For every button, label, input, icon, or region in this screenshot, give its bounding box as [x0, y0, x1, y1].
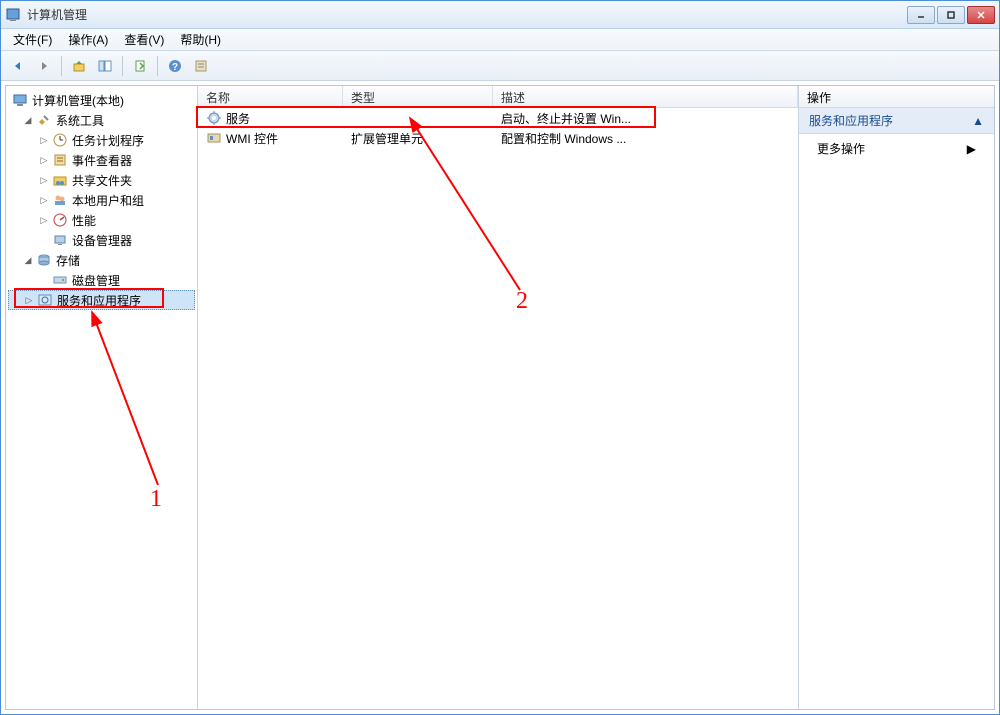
actions-panel: 操作 服务和应用程序 ▲ 更多操作 ▶	[799, 86, 994, 709]
device-icon	[52, 232, 68, 248]
services-icon	[37, 292, 53, 308]
performance-icon	[52, 212, 68, 228]
toolbar-separator	[61, 56, 62, 76]
list-panel: 名称 类型 描述 服务 启动、终止并设置 Win... WMI 控件	[198, 86, 799, 709]
actions-header: 操作	[799, 86, 994, 108]
tree-disk-management[interactable]: 磁盘管理	[8, 270, 195, 290]
tree-root[interactable]: 计算机管理(本地)	[8, 90, 195, 110]
tree-label: 服务和应用程序	[55, 292, 143, 309]
list-header: 名称 类型 描述	[198, 86, 798, 108]
maximize-button[interactable]	[937, 6, 965, 24]
collapse-arrow-icon: ▲	[972, 114, 984, 128]
forward-button[interactable]	[33, 55, 55, 77]
actions-section[interactable]: 服务和应用程序 ▲	[799, 108, 994, 134]
tree-label: 存储	[54, 252, 82, 269]
tree-storage[interactable]: ◢ 存储	[8, 250, 195, 270]
menu-view[interactable]: 查看(V)	[116, 29, 172, 50]
tree-panel[interactable]: 计算机管理(本地) ◢ 系统工具 ▷ 任务计划程序 ▷ 事件查看器 ▷ 共享文件…	[6, 86, 198, 709]
menubar: 文件(F) 操作(A) 查看(V) 帮助(H)	[1, 29, 999, 51]
content-area: 计算机管理(本地) ◢ 系统工具 ▷ 任务计划程序 ▷ 事件查看器 ▷ 共享文件…	[5, 85, 995, 710]
list-body[interactable]: 服务 启动、终止并设置 Win... WMI 控件 扩展管理单元 配置和控制 W…	[198, 108, 798, 709]
tree-local-users[interactable]: ▷ 本地用户和组	[8, 190, 195, 210]
properties-button[interactable]	[190, 55, 212, 77]
users-icon	[52, 192, 68, 208]
menu-help[interactable]: 帮助(H)	[172, 29, 229, 50]
cell-name: WMI 控件	[226, 130, 278, 147]
expand-icon[interactable]: ▷	[38, 215, 50, 226]
show-hide-tree-button[interactable]	[94, 55, 116, 77]
tree-performance[interactable]: ▷ 性能	[8, 210, 195, 230]
tree-task-scheduler[interactable]: ▷ 任务计划程序	[8, 130, 195, 150]
shared-folder-icon	[52, 172, 68, 188]
back-button[interactable]	[7, 55, 29, 77]
actions-more-label: 更多操作	[817, 140, 865, 157]
tree-device-manager[interactable]: 设备管理器	[8, 230, 195, 250]
storage-icon	[36, 252, 52, 268]
export-button[interactable]	[129, 55, 151, 77]
gear-icon	[206, 110, 222, 126]
tree-label: 磁盘管理	[70, 272, 122, 289]
tree-label: 任务计划程序	[70, 132, 146, 149]
tree-label: 性能	[70, 212, 98, 229]
clock-icon	[52, 132, 68, 148]
expand-icon[interactable]: ▷	[38, 155, 50, 166]
up-button[interactable]	[68, 55, 90, 77]
toolbar-separator	[157, 56, 158, 76]
tree-label: 设备管理器	[70, 232, 134, 249]
toolbar-separator	[122, 56, 123, 76]
toolbar: ?	[1, 51, 999, 81]
app-icon	[5, 7, 21, 23]
tree-label: 本地用户和组	[70, 192, 146, 209]
list-row-wmi[interactable]: WMI 控件 扩展管理单元 配置和控制 Windows ...	[198, 128, 798, 148]
minimize-button[interactable]	[907, 6, 935, 24]
close-button[interactable]	[967, 6, 995, 24]
disk-icon	[52, 272, 68, 288]
cell-description: 配置和控制 Windows ...	[501, 130, 626, 147]
column-name[interactable]: 名称	[198, 86, 343, 107]
list-row-services[interactable]: 服务 启动、终止并设置 Win...	[198, 108, 798, 128]
help-button[interactable]: ?	[164, 55, 186, 77]
expand-icon[interactable]: ▷	[38, 135, 50, 146]
app-window: 计算机管理 文件(F) 操作(A) 查看(V) 帮助(H) ? 计算机管理(本	[0, 0, 1000, 715]
wmi-icon	[206, 130, 222, 146]
computer-management-icon	[12, 92, 28, 108]
collapse-icon[interactable]: ◢	[22, 255, 34, 266]
actions-section-label: 服务和应用程序	[809, 112, 893, 129]
cell-description: 启动、终止并设置 Win...	[501, 110, 631, 127]
cell-name: 服务	[226, 110, 250, 127]
tree-root-label: 计算机管理(本地)	[30, 92, 126, 109]
menu-action[interactable]: 操作(A)	[60, 29, 116, 50]
tree-event-viewer[interactable]: ▷ 事件查看器	[8, 150, 195, 170]
actions-more[interactable]: 更多操作 ▶	[799, 134, 994, 163]
event-icon	[52, 152, 68, 168]
svg-text:?: ?	[172, 62, 178, 73]
cell-type: 扩展管理单元	[351, 130, 423, 147]
window-title: 计算机管理	[27, 6, 907, 23]
submenu-arrow-icon: ▶	[967, 142, 976, 156]
tree-shared-folders[interactable]: ▷ 共享文件夹	[8, 170, 195, 190]
tree-label: 事件查看器	[70, 152, 134, 169]
window-controls	[907, 6, 995, 24]
expand-icon[interactable]: ▷	[38, 175, 50, 186]
expand-icon[interactable]: ▷	[38, 195, 50, 206]
menu-file[interactable]: 文件(F)	[5, 29, 60, 50]
tools-icon	[36, 112, 52, 128]
titlebar: 计算机管理	[1, 1, 999, 29]
collapse-icon[interactable]: ◢	[22, 115, 34, 126]
column-type[interactable]: 类型	[343, 86, 493, 107]
tree-system-tools[interactable]: ◢ 系统工具	[8, 110, 195, 130]
expand-icon[interactable]: ▷	[23, 295, 35, 306]
tree-services-apps[interactable]: ▷ 服务和应用程序	[8, 290, 195, 310]
column-description[interactable]: 描述	[493, 86, 798, 107]
tree-label: 共享文件夹	[70, 172, 134, 189]
tree-label: 系统工具	[54, 112, 106, 129]
